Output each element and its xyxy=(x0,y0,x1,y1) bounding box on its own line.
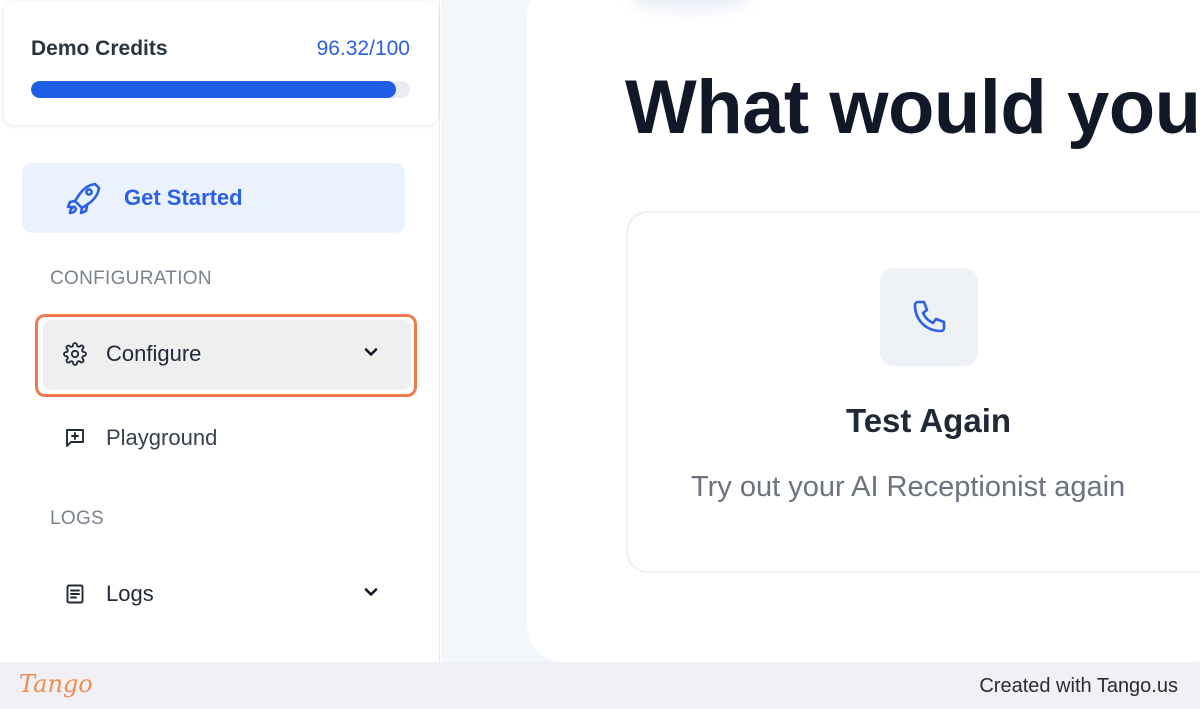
credits-card: Demo Credits 96.32/100 xyxy=(4,2,438,125)
sidebar: Demo Credits 96.32/100 Get Started CONFI… xyxy=(0,0,440,662)
section-heading-logs: LOGS xyxy=(50,508,104,529)
test-again-card[interactable] xyxy=(626,211,1200,573)
footer-credit: Created with Tango.us xyxy=(979,675,1178,697)
chat-plus-icon xyxy=(66,429,84,447)
gear-icon xyxy=(63,342,87,366)
phone-icon xyxy=(913,300,946,333)
rocket-icon xyxy=(66,182,101,215)
nav-item-logs[interactable]: Logs xyxy=(43,561,411,627)
chevron-down-icon[interactable] xyxy=(361,342,381,362)
credits-value: 96.32/100 xyxy=(316,37,410,60)
section-heading-configuration: CONFIGURATION xyxy=(50,268,212,289)
chevron-down-icon[interactable] xyxy=(361,582,381,602)
footer: Tango Created with Tango.us xyxy=(0,662,1200,709)
nav-get-started[interactable]: Get Started xyxy=(22,163,405,233)
nav-item-configure[interactable]: Configure xyxy=(43,320,411,390)
nav-item-configure-label: Configure xyxy=(106,341,202,366)
nav-get-started-label: Get Started xyxy=(124,185,243,210)
nav-item-logs-label: Logs xyxy=(106,581,154,606)
credits-progress-fill xyxy=(31,81,397,98)
card-subtitle: Try out your AI Receptionist again xyxy=(691,471,1126,503)
credits-label: Demo Credits xyxy=(31,37,168,60)
nav-item-playground[interactable]: Playground xyxy=(43,405,411,471)
document-icon xyxy=(66,584,84,604)
credits-progress-bar xyxy=(31,81,410,98)
phone-badge xyxy=(880,268,978,366)
tango-logo: Tango xyxy=(19,670,93,698)
nav-item-playground-label: Playground xyxy=(106,425,218,450)
card-title: Test Again xyxy=(846,402,1012,439)
page-title: What would you xyxy=(625,65,1200,150)
